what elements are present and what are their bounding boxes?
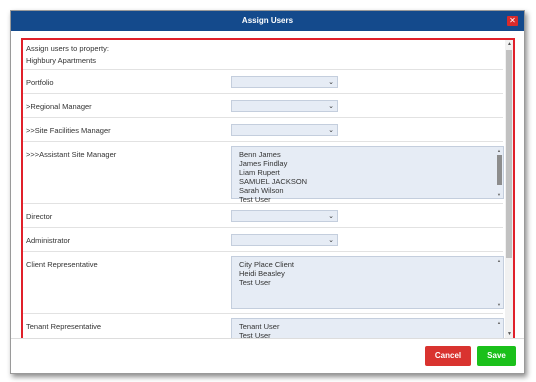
property-name: Highbury Apartments xyxy=(26,56,97,65)
dialog-scrollbar[interactable]: ▲ ▼ xyxy=(505,40,513,338)
regional-manager-row: >Regional Manager ⌄ xyxy=(23,94,503,118)
site-facilities-manager-select[interactable]: ⌄ xyxy=(231,124,338,136)
portfolio-select[interactable]: ⌄ xyxy=(231,76,338,88)
chevron-down-icon: ⌄ xyxy=(328,103,334,110)
list-item[interactable]: Sarah Wilson xyxy=(239,186,307,195)
scroll-up-icon[interactable]: ▲ xyxy=(497,320,501,325)
list-item[interactable]: Benn James xyxy=(239,150,307,159)
regional-manager-label: >Regional Manager xyxy=(26,102,92,111)
scrollbar-thumb[interactable] xyxy=(497,155,502,185)
list-item[interactable]: Test User xyxy=(239,195,307,204)
site-facilities-manager-row: >>Site Facilities Manager ⌄ xyxy=(23,118,503,142)
assistant-site-manager-label: >>>Assistant Site Manager xyxy=(26,150,117,159)
client-representative-label: Client Representative xyxy=(26,260,98,269)
assistant-site-manager-row: >>>Assistant Site Manager Benn James Jam… xyxy=(23,142,504,204)
portfolio-label: Portfolio xyxy=(26,78,54,87)
list-item[interactable]: SAMUEL JACKSON xyxy=(239,177,307,186)
list-item[interactable]: Heidi Beasley xyxy=(239,269,294,278)
administrator-select[interactable]: ⌄ xyxy=(231,234,338,246)
scroll-down-icon[interactable]: ▼ xyxy=(497,302,501,307)
chevron-down-icon: ⌄ xyxy=(328,127,334,134)
chevron-down-icon: ⌄ xyxy=(328,237,334,244)
dialog-title: Assign Users xyxy=(241,16,294,25)
dialog-titlebar: Assign Users ✕ xyxy=(11,11,524,31)
list-item[interactable]: City Place Client xyxy=(239,260,294,269)
director-row: Director ⌄ xyxy=(23,204,503,228)
cancel-button[interactable]: Cancel xyxy=(425,346,471,366)
property-header-row: Assign users to property: Highbury Apart… xyxy=(23,40,503,70)
director-select[interactable]: ⌄ xyxy=(231,210,338,222)
list-item[interactable]: Liam Rupert xyxy=(239,168,307,177)
form-scroll-area[interactable]: Assign users to property: Highbury Apart… xyxy=(21,38,515,340)
tenant-representative-listbox[interactable]: Tenant User Test User ▲ xyxy=(231,318,504,338)
list-item[interactable]: Tenant User xyxy=(239,322,279,331)
chevron-down-icon: ⌄ xyxy=(328,213,334,220)
form-rows: Assign users to property: Highbury Apart… xyxy=(23,40,504,338)
scroll-down-icon[interactable]: ▼ xyxy=(507,331,512,337)
administrator-label: Administrator xyxy=(26,236,71,245)
scroll-up-icon[interactable]: ▲ xyxy=(507,41,512,47)
client-representative-listbox[interactable]: City Place Client Heidi Beasley Test Use… xyxy=(231,256,504,309)
portfolio-row: Portfolio ⌄ xyxy=(23,70,503,94)
regional-manager-select[interactable]: ⌄ xyxy=(231,100,338,112)
site-facilities-manager-label: >>Site Facilities Manager xyxy=(26,126,111,135)
scroll-down-icon[interactable]: ▼ xyxy=(497,192,501,197)
administrator-row: Administrator ⌄ xyxy=(23,228,503,252)
list-item[interactable]: Test User xyxy=(239,278,294,287)
listbox-scrollbar[interactable]: ▲ ▼ xyxy=(496,257,503,308)
list-item[interactable]: James Findlay xyxy=(239,159,307,168)
scroll-up-icon[interactable]: ▲ xyxy=(497,148,501,153)
assign-users-dialog: Assign Users ✕ Assign users to property:… xyxy=(10,10,525,374)
tenant-representative-label: Tenant Representative xyxy=(26,322,102,331)
close-icon: ✕ xyxy=(509,16,516,25)
director-label: Director xyxy=(26,212,53,221)
listbox-scrollbar[interactable]: ▲ ▼ xyxy=(496,147,503,198)
assign-heading: Assign users to property: xyxy=(26,44,109,53)
scroll-up-icon[interactable]: ▲ xyxy=(497,258,501,263)
close-button[interactable]: ✕ xyxy=(507,16,518,26)
chevron-down-icon: ⌄ xyxy=(328,79,334,86)
client-representative-row: Client Representative City Place Client … xyxy=(23,252,504,314)
scrollbar-thumb[interactable] xyxy=(506,50,512,258)
dialog-footer: Cancel Save xyxy=(11,338,524,373)
tenant-representative-row: Tenant Representative Tenant User Test U… xyxy=(23,314,504,338)
listbox-scrollbar[interactable]: ▲ xyxy=(496,319,503,338)
save-button[interactable]: Save xyxy=(477,346,516,366)
assistant-site-manager-listbox[interactable]: Benn James James Findlay Liam Rupert SAM… xyxy=(231,146,504,204)
